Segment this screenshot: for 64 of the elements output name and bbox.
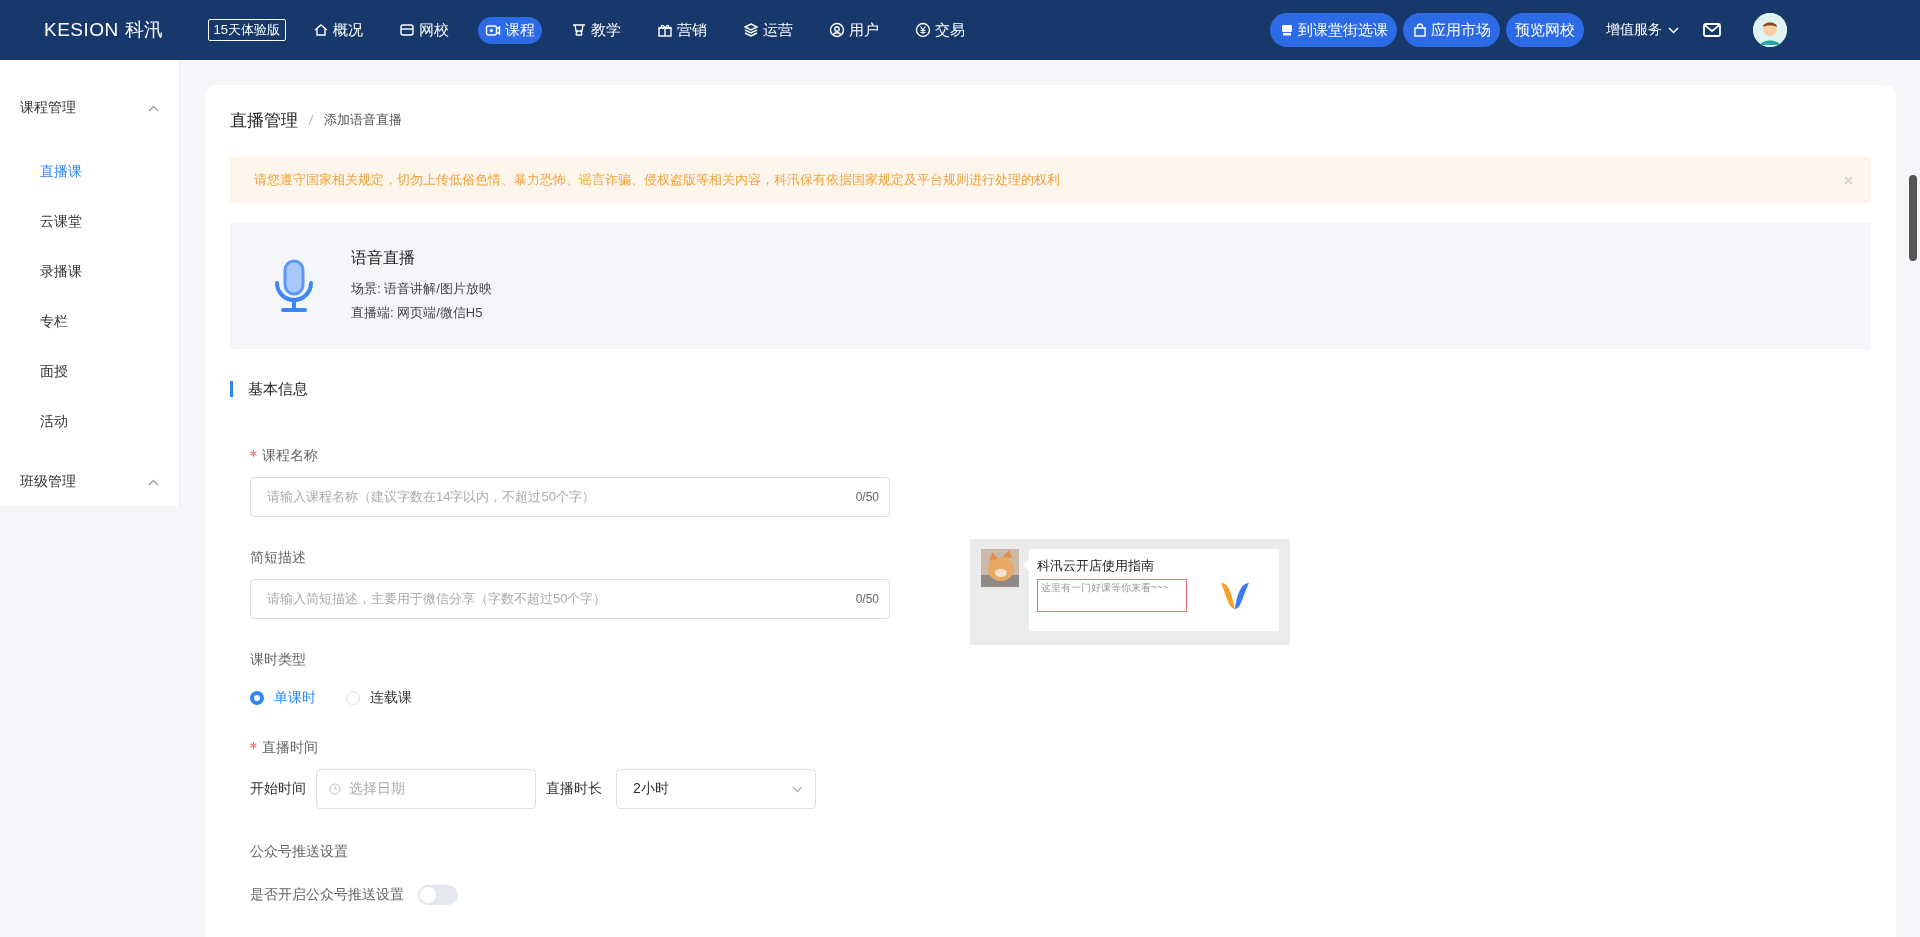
menu-item[interactable]: 直播课 [40,163,82,179]
menu-item[interactable]: 专栏 [40,313,68,329]
scrollbar-thumb[interactable] [1909,175,1917,261]
client-text: 直播端: 网页端/微信H5 [351,303,484,322]
nav-tab[interactable]: 网校 [392,16,457,44]
gift-icon [657,22,674,38]
breadcrumb-current: 添加语音直播 [324,111,402,129]
nav-tab[interactable]: 概况 [306,16,371,44]
field-label: 简短描述 [250,549,306,565]
nav-tab[interactable]: 课程 [478,16,543,44]
yen-icon [915,22,932,38]
header-button[interactable]: 应用市场 [1403,13,1500,47]
chevron-down-icon [1668,26,1679,34]
nav-tab[interactable]: 运营 [736,16,801,44]
header-button[interactable]: 预览网校 [1506,13,1584,47]
header-button[interactable]: 到课堂街选课 [1270,13,1397,47]
field-label: 课程名称 [262,447,318,463]
microphone-icon [275,258,313,314]
live-type-title: 语音直播 [351,247,416,268]
radio-button[interactable] [250,691,264,705]
trial-badge: 15天体验版 [207,19,287,41]
bag-icon [1412,22,1428,38]
services-menu[interactable]: 增值服务 [1606,21,1662,39]
logo: KESION 科汛 [44,18,164,42]
scene-text: 场景: 语音讲解/图片放映 [351,279,492,298]
duration-select[interactable]: 2小时 [616,769,816,809]
share-title: 科汛云开店使用指南 [1037,557,1155,575]
close-icon[interactable] [1844,175,1853,185]
input-field[interactable]: 请输入课程名称（建议字数在14字以内，不超过50个字） 0/50 [250,477,890,517]
alert-text: 请您遵守国家相关规定，切勿上传低俗色情、暴力恐怖、谣言诈骗、侵权盗版等相关内容，科汛保有依据国家规定及平台规则进行处理的权利 [254,171,1060,189]
breadcrumb-link[interactable]: 直播管理 [230,108,298,132]
nav-tab[interactable]: 交易 [908,16,973,44]
menu-group[interactable]: 班级管理 [20,473,76,491]
input-field[interactable]: 请输入简短描述，主要用于微信分享（字数不超过50个字） 0/50 [250,579,890,619]
menu-item[interactable]: 面授 [40,363,68,379]
field-label: 课时类型 [250,651,306,667]
tray-icon [1279,22,1295,38]
avatar-icon[interactable] [1753,13,1787,47]
clock-icon [329,783,341,795]
menu-item[interactable]: 活动 [40,413,68,429]
toggle-label: 是否开启公众号推送设置 [250,886,404,904]
house-icon [313,22,330,38]
field-label: 直播时间 [262,739,318,755]
storefront-icon [399,22,416,38]
layers-icon [743,22,760,38]
chevron-down-icon [792,785,803,793]
menu-item[interactable]: 云课堂 [40,213,82,229]
mail-icon[interactable] [1703,23,1721,37]
radio-option[interactable]: 单课时 [250,689,316,707]
section-title: 基本信息 [230,381,1871,397]
field-label: 直播时长 [546,780,602,798]
nav-tab[interactable]: 用户 [822,16,887,44]
toggle-switch[interactable] [418,885,458,905]
nav-tab[interactable]: 营销 [650,16,715,44]
field-label: 公众号推送设置 [250,843,348,859]
menu-item[interactable]: 录播课 [40,263,82,279]
easel-icon [571,22,588,38]
breadcrumb-separator [308,114,314,126]
menu-group[interactable]: 课程管理 [20,99,76,117]
nav-tab[interactable]: 教学 [564,16,629,44]
camera-icon [485,22,502,38]
radio-option[interactable]: 连载课 [346,689,412,707]
user-icon [829,22,846,38]
field-label: 开始时间 [250,780,306,798]
